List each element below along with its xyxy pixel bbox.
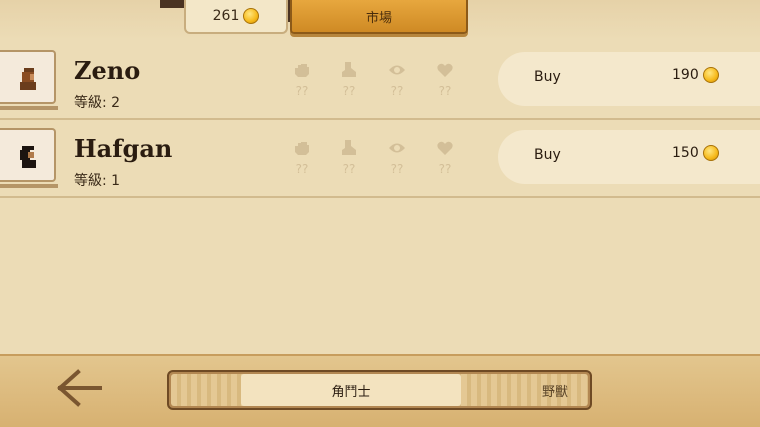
category-switch: 角鬥士 野獸 (167, 370, 592, 410)
coin-icon (702, 67, 719, 83)
gladiator-name: Zeno (74, 56, 141, 85)
price-value: 190 (672, 67, 699, 83)
coin-count: 261 (212, 8, 240, 24)
boot-icon (342, 62, 356, 77)
tab-market-label: 市場 (365, 10, 392, 26)
price: 150 (672, 145, 719, 161)
tab-beasts-label: 野獸 (541, 384, 568, 400)
boot-icon (342, 140, 356, 155)
stat-value: ?? (390, 162, 404, 176)
gladiator-portrait-icon (20, 146, 36, 168)
coin-balance: 261 (184, 0, 288, 34)
tab-market[interactable]: 市場 (290, 0, 468, 34)
coin-icon (702, 145, 719, 161)
portrait-base (0, 106, 58, 110)
portrait-base (0, 184, 58, 188)
stat-value: ?? (438, 162, 452, 176)
gladiator-name: Hafgan (74, 134, 173, 163)
stat-value: ?? (342, 162, 356, 176)
price: 190 (672, 67, 719, 83)
tab-gladiators[interactable]: 角鬥士 (241, 374, 461, 406)
portrait-hafgan[interactable] (0, 128, 56, 182)
portrait-zeno[interactable] (0, 50, 56, 104)
buy-button[interactable]: Buy 150 (498, 130, 760, 184)
coin-icon (243, 8, 260, 24)
eye-icon (389, 65, 405, 75)
heart-icon (437, 63, 453, 77)
stat-value: ?? (438, 84, 452, 98)
tab-beasts[interactable]: 野獸 (542, 374, 568, 406)
price-value: 150 (672, 145, 699, 161)
stat-value: ?? (390, 84, 404, 98)
buy-button[interactable]: Buy 190 (498, 52, 760, 106)
list-item: Hafgan 等級: 1 ?? ?? ?? ?? Buy 150 (0, 120, 760, 198)
gladiator-level: 等級: 2 (74, 95, 121, 111)
stat-value: ?? (342, 84, 356, 98)
fist-icon (295, 142, 309, 155)
tab-gladiators-label: 角鬥士 (331, 384, 371, 400)
fist-icon (295, 64, 309, 77)
stat-value: ?? (295, 162, 309, 176)
eye-icon (389, 143, 405, 153)
back-arrow-icon[interactable] (56, 366, 104, 412)
stat-value: ?? (295, 84, 309, 98)
heart-icon (437, 141, 453, 155)
buy-label: Buy (534, 147, 561, 163)
list-item: Zeno 等級: 2 ?? ?? ?? ?? Buy 190 (0, 42, 760, 120)
gladiator-portrait-icon (20, 68, 36, 90)
row-divider (0, 196, 760, 198)
buy-label: Buy (534, 69, 561, 85)
gladiator-level: 等級: 1 (74, 173, 121, 189)
